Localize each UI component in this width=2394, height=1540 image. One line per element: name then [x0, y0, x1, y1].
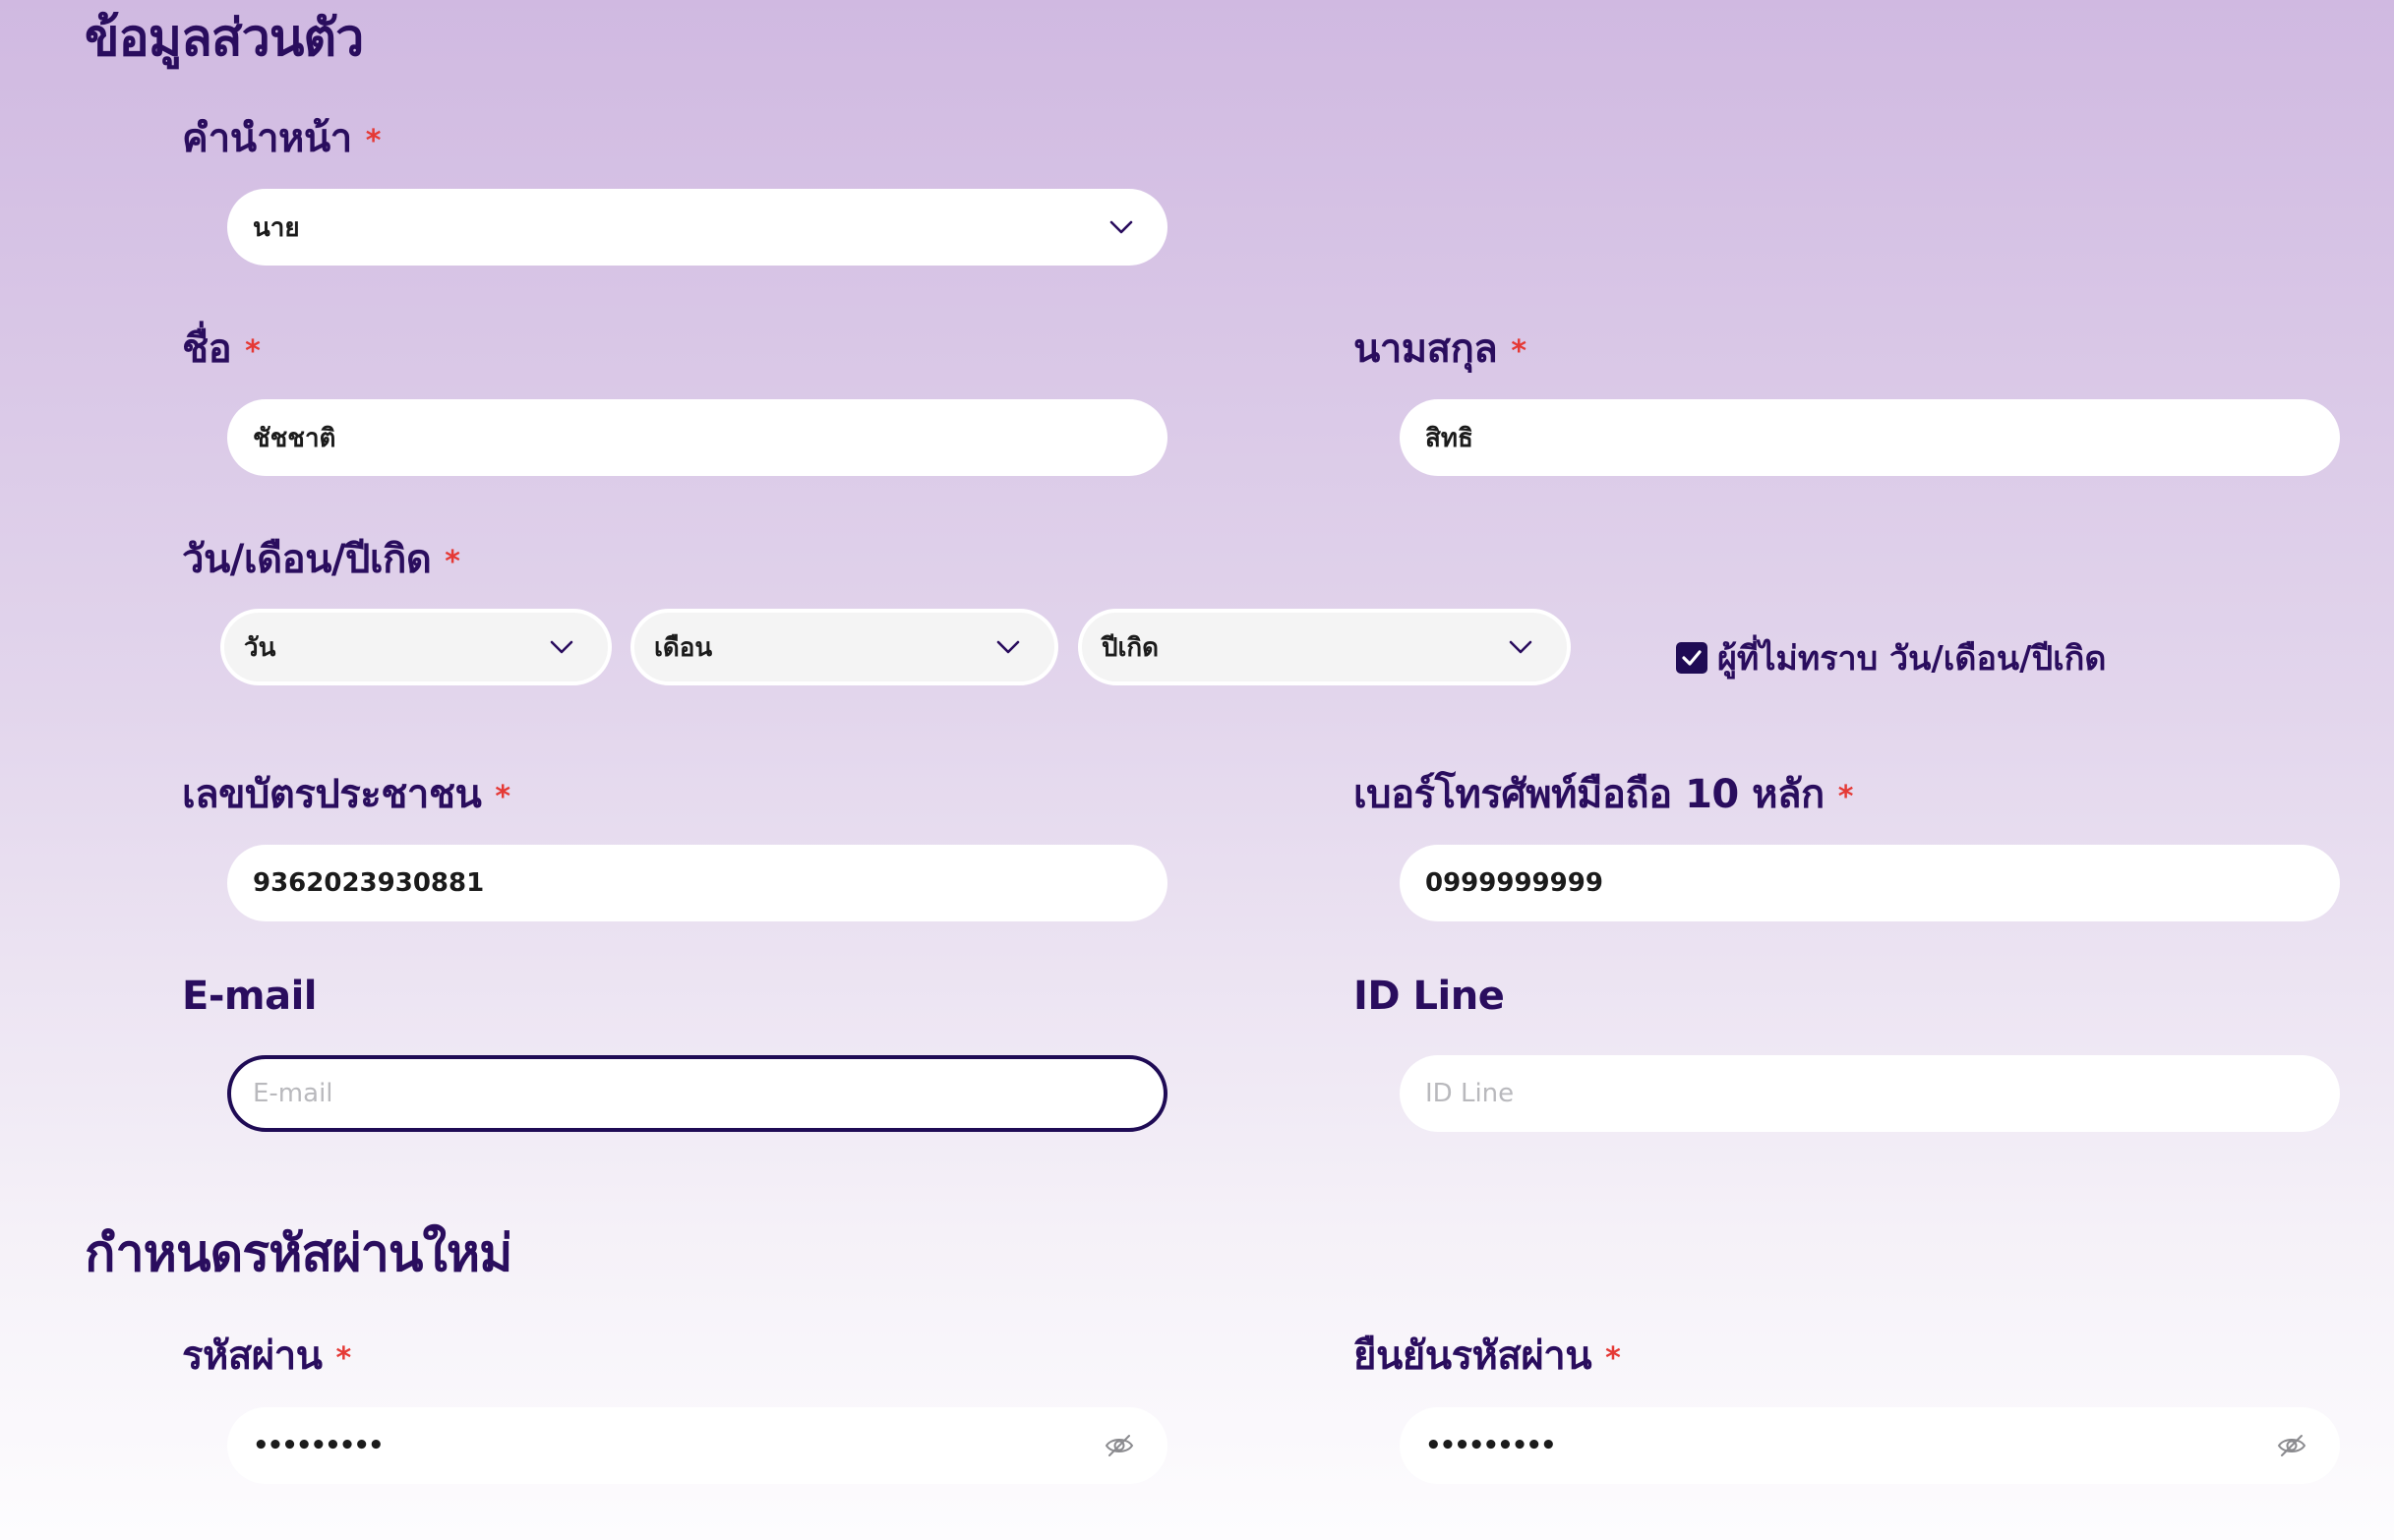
- last-name-value: สิทธิ: [1425, 423, 1473, 453]
- first-name-label-text: ชื่อ: [182, 326, 232, 372]
- chevron-down-icon: [1506, 632, 1535, 662]
- password-input[interactable]: •••••••••: [227, 1407, 1167, 1484]
- first-name-value: ชัชชาติ: [253, 423, 336, 453]
- email-input[interactable]: E-mail: [227, 1055, 1167, 1132]
- birth-year-select[interactable]: ปีเกิด: [1078, 609, 1571, 685]
- password-label: รหัสผ่าน *: [182, 1324, 351, 1387]
- new-password-title: กำหนดรหัสผ่านใหม่: [85, 1224, 512, 1283]
- phone-value: 0999999999: [1425, 868, 1603, 898]
- id-card-value: 9362023930881: [253, 868, 485, 898]
- chevron-down-icon: [993, 632, 1023, 662]
- id-card-input[interactable]: 9362023930881: [227, 845, 1167, 921]
- confirm-password-input[interactable]: •••••••••: [1400, 1407, 2340, 1484]
- required-mark: *: [1605, 1340, 1621, 1376]
- personal-info-title: ข้อมูลส่วนตัว: [85, 9, 364, 68]
- email-placeholder: E-mail: [253, 1079, 333, 1108]
- chevron-down-icon: [1107, 212, 1136, 242]
- required-mark: *: [1511, 333, 1526, 369]
- birth-year-value: ปีเกิด: [1102, 632, 1160, 663]
- last-name-input[interactable]: สิทธิ: [1400, 399, 2340, 476]
- chevron-down-icon: [547, 632, 576, 662]
- required-mark: *: [1837, 779, 1854, 814]
- title-prefix-select[interactable]: นาย: [227, 189, 1167, 266]
- phone-label-text: เบอร์โทรศัพท์มือถือ 10 หลัก: [1353, 772, 1825, 817]
- confirm-password-value: •••••••••: [1425, 1431, 1557, 1460]
- birthdate-label: วัน/เดือน/ปีเกิด *: [182, 527, 460, 590]
- birth-day-select[interactable]: วัน: [220, 609, 612, 685]
- id-card-label: เลขบัตรประชาชน *: [182, 762, 510, 825]
- line-id-input[interactable]: ID Line: [1400, 1055, 2340, 1132]
- title-prefix-label-text: คำนำหน้า: [182, 116, 352, 161]
- birthdate-label-text: วัน/เดือน/ปีเกิด: [182, 537, 432, 582]
- eye-slash-icon[interactable]: [1103, 1429, 1136, 1462]
- confirm-password-label-text: ยืนยันรหัสผ่าน: [1353, 1333, 1592, 1379]
- first-name-input[interactable]: ชัชชาติ: [227, 399, 1167, 476]
- birth-day-value: วัน: [244, 632, 276, 663]
- email-label: E-mail: [182, 974, 318, 1019]
- required-mark: *: [335, 1340, 352, 1376]
- unknown-birthdate-option[interactable]: ผู้ที่ไม่ทราบ วัน/เดือน/ปีเกิด: [1676, 631, 2106, 684]
- id-card-label-text: เลขบัตรประชาชน: [182, 772, 482, 817]
- phone-input[interactable]: 0999999999: [1400, 845, 2340, 921]
- title-prefix-label: คำนำหน้า *: [182, 106, 381, 169]
- last-name-label: นามสกุล *: [1353, 317, 1526, 380]
- last-name-label-text: นามสกุล: [1353, 326, 1498, 372]
- title-prefix-value: นาย: [253, 212, 300, 243]
- line-id-placeholder: ID Line: [1425, 1079, 1515, 1108]
- first-name-label: ชื่อ *: [182, 317, 261, 380]
- required-mark: *: [365, 123, 382, 158]
- birth-month-select[interactable]: เดือน: [630, 609, 1058, 685]
- birth-month-value: เดือน: [654, 632, 713, 663]
- password-value: •••••••••: [253, 1431, 385, 1460]
- line-id-label: ID Line: [1353, 974, 1505, 1019]
- phone-label: เบอร์โทรศัพท์มือถือ 10 หลัก *: [1353, 762, 1853, 825]
- checkmark-icon: [1682, 650, 1702, 666]
- required-mark: *: [495, 779, 510, 814]
- confirm-password-label: ยืนยันรหัสผ่าน *: [1353, 1324, 1621, 1387]
- eye-slash-icon[interactable]: [2275, 1429, 2308, 1462]
- password-label-text: รหัสผ่าน: [182, 1333, 323, 1379]
- required-mark: *: [245, 333, 261, 369]
- unknown-birthdate-label: ผู้ที่ไม่ทราบ วัน/เดือน/ปีเกิด: [1717, 639, 2107, 679]
- required-mark: *: [445, 544, 460, 579]
- unknown-birthdate-checkbox[interactable]: [1676, 642, 1707, 674]
